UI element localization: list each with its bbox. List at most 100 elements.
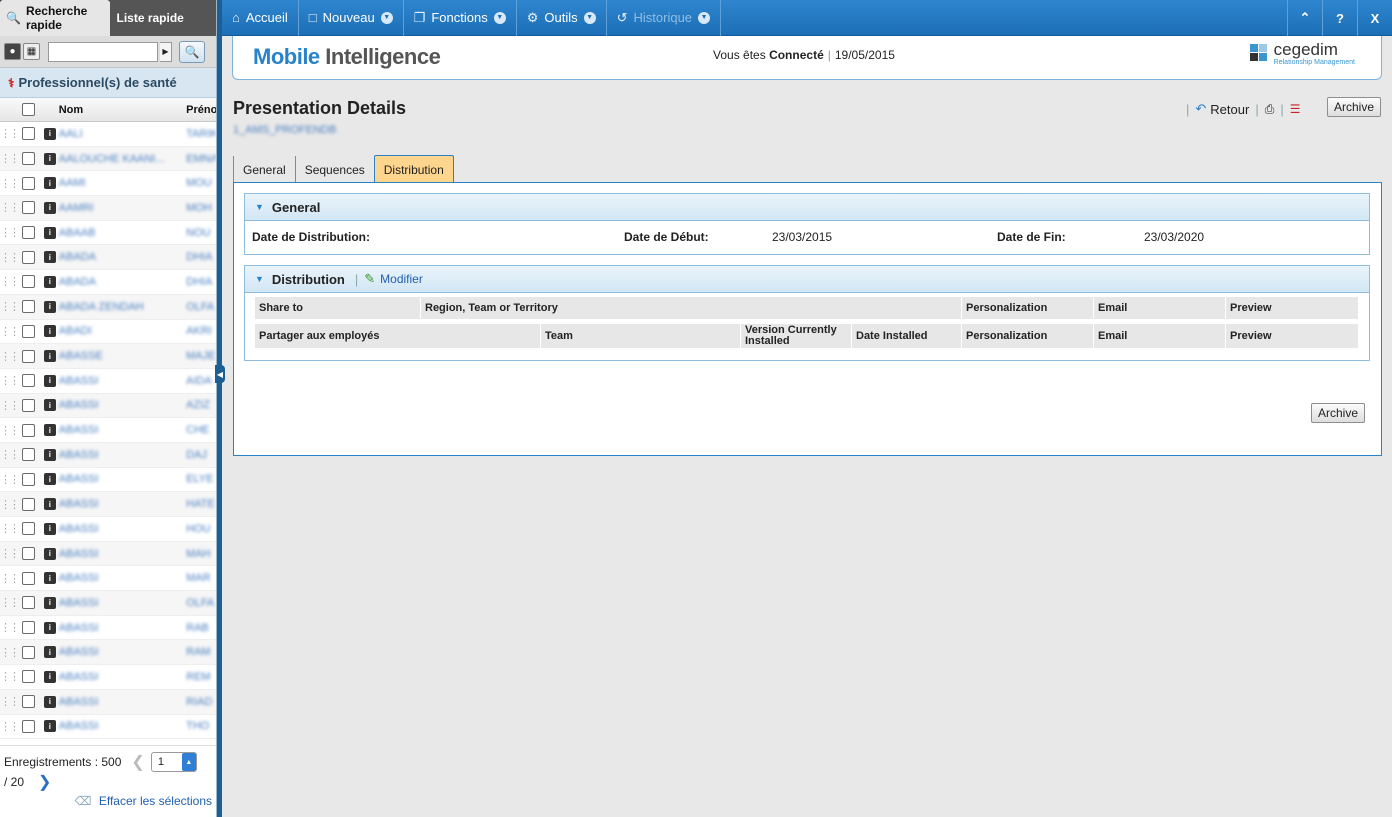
row-checkbox[interactable] <box>22 596 36 610</box>
drag-handle-icon[interactable]: ⋮⋮ <box>0 646 20 659</box>
row-checkbox[interactable] <box>22 324 36 338</box>
row-checkbox[interactable] <box>22 497 36 511</box>
row-checkbox[interactable] <box>22 226 36 240</box>
table-row[interactable]: ⋮⋮ i AAMI MOU <box>0 171 216 197</box>
table-row[interactable]: ⋮⋮ i AALI TARIK <box>0 122 216 147</box>
person-filter-icon[interactable]: ● <box>4 43 21 60</box>
info-icon[interactable]: i <box>43 177 56 190</box>
row-nom[interactable]: ABASSI <box>59 548 186 560</box>
info-icon[interactable]: i <box>43 670 56 683</box>
row-checkbox[interactable] <box>22 719 36 733</box>
info-icon[interactable]: i <box>43 424 56 437</box>
table-row[interactable]: ⋮⋮ i ABASSI RAB <box>0 616 216 641</box>
drag-handle-icon[interactable]: ⋮⋮ <box>0 473 20 486</box>
drag-handle-icon[interactable]: ⋮⋮ <box>0 300 20 313</box>
collapse-triangle-icon[interactable]: ▼ <box>255 202 264 212</box>
row-nom[interactable]: ABASSI <box>59 473 186 485</box>
table-row[interactable]: ⋮⋮ i AAMRI MOH <box>0 196 216 221</box>
info-icon[interactable]: i <box>43 127 56 140</box>
row-nom[interactable]: ABADA <box>59 276 186 288</box>
panel-splitter[interactable]: ◀ <box>215 0 225 817</box>
tab-liste-rapide[interactable]: Liste rapide <box>110 0 216 36</box>
drag-handle-icon[interactable]: ⋮⋮ <box>0 177 20 190</box>
drag-handle-icon[interactable]: ⋮⋮ <box>0 572 20 585</box>
info-icon[interactable]: i <box>43 473 56 486</box>
table-row[interactable]: ⋮⋮ i ABAAB NOU <box>0 221 216 246</box>
drag-handle-icon[interactable]: ⋮⋮ <box>0 226 20 239</box>
pencil-icon[interactable]: ✎ <box>364 271 375 287</box>
print-icon[interactable]: ⎙ <box>1265 102 1275 117</box>
general-section-header[interactable]: ▼ General <box>245 194 1369 221</box>
clear-selections-link[interactable]: ⌫ Effacer les sélections <box>75 794 212 808</box>
table-row[interactable]: ⋮⋮ i ABASSI OLFA <box>0 591 216 616</box>
column-prenom[interactable]: Prénom <box>186 104 216 116</box>
next-page-icon[interactable]: ❯ <box>38 772 51 792</box>
table-row[interactable]: ⋮⋮ i ABADA DHIA <box>0 245 216 271</box>
info-icon[interactable]: i <box>43 251 56 264</box>
tab-distribution[interactable]: Distribution <box>373 155 454 184</box>
row-nom[interactable]: ABASSI <box>59 622 186 634</box>
row-checkbox[interactable] <box>22 423 36 437</box>
row-checkbox[interactable] <box>22 472 36 486</box>
info-icon[interactable]: i <box>43 695 56 708</box>
table-row[interactable]: ⋮⋮ i AALOUCHE KAANI... EMNA <box>0 146 216 172</box>
nav-outils[interactable]: ⚙ Outils ▼ <box>517 0 607 36</box>
row-nom[interactable]: ABAAB <box>59 227 186 239</box>
nav-accueil[interactable]: ⌂ Accueil <box>222 0 299 36</box>
drag-handle-icon[interactable]: ⋮⋮ <box>0 448 20 461</box>
row-checkbox[interactable] <box>22 522 36 536</box>
column-nom[interactable]: Nom <box>59 104 186 116</box>
table-row[interactable]: ⋮⋮ i ABASSI ELYE <box>0 468 216 493</box>
drag-handle-icon[interactable]: ⋮⋮ <box>0 201 20 214</box>
archive-button-bottom[interactable]: Archive <box>1311 403 1366 423</box>
nav-nouveau[interactable]: □ Nouveau ▼ <box>299 0 404 36</box>
info-icon[interactable]: i <box>43 448 56 461</box>
drag-handle-icon[interactable]: ⋮⋮ <box>0 547 20 560</box>
table-row[interactable]: ⋮⋮ i ABASSI THO <box>0 715 216 740</box>
table-row[interactable]: ⋮⋮ i ABADI AKRI <box>0 320 216 345</box>
row-nom[interactable]: ABADA ZENDAH <box>59 301 186 313</box>
row-nom[interactable]: ABASSI <box>59 498 186 510</box>
table-row[interactable]: ⋮⋮ i ABASSI DAJ <box>0 442 216 468</box>
row-nom[interactable]: ABASSI <box>59 720 186 732</box>
row-nom[interactable]: ABASSI <box>59 671 186 683</box>
info-icon[interactable]: i <box>43 498 56 511</box>
row-checkbox[interactable] <box>22 127 36 141</box>
table-row[interactable]: ⋮⋮ i ABASSI MAR <box>0 566 216 592</box>
drag-handle-icon[interactable]: ⋮⋮ <box>0 350 20 363</box>
page-select[interactable]: 1 ▲ <box>150 752 197 772</box>
modifier-link[interactable]: Modifier <box>380 272 423 286</box>
row-checkbox[interactable] <box>22 547 36 561</box>
info-icon[interactable]: i <box>43 350 56 363</box>
row-checkbox[interactable] <box>22 621 36 635</box>
info-icon[interactable]: i <box>43 300 56 313</box>
drag-handle-icon[interactable]: ⋮⋮ <box>0 670 20 683</box>
info-icon[interactable]: i <box>43 226 56 239</box>
archive-button-top[interactable]: Archive <box>1327 97 1382 117</box>
info-icon[interactable]: i <box>43 596 56 609</box>
drag-handle-icon[interactable]: ⋮⋮ <box>0 152 20 165</box>
row-nom[interactable]: ABASSI <box>59 597 186 609</box>
drag-handle-icon[interactable]: ⋮⋮ <box>0 498 20 511</box>
row-checkbox[interactable] <box>22 176 36 190</box>
pdf-icon[interactable]: ☰ <box>1290 102 1301 116</box>
search-button[interactable]: 🔍 <box>179 40 205 63</box>
tab-recherche-rapide[interactable]: 🔍 Recherche rapide <box>0 0 111 36</box>
info-icon[interactable]: i <box>43 621 56 634</box>
row-checkbox[interactable] <box>22 275 36 289</box>
drag-handle-icon[interactable]: ⋮⋮ <box>0 275 20 288</box>
collapse-arrow-icon[interactable]: ◀ <box>215 365 225 383</box>
row-nom[interactable]: ABASSI <box>59 696 186 708</box>
retour-link[interactable]: Retour <box>1210 102 1249 117</box>
nav-historique[interactable]: ↺ Historique ▼ <box>607 0 722 36</box>
row-nom[interactable]: ABASSE <box>59 350 186 362</box>
tab-sequences[interactable]: Sequences <box>294 156 374 183</box>
row-nom[interactable]: ABASSI <box>59 449 186 461</box>
row-nom[interactable]: AAMI <box>59 177 186 189</box>
row-nom[interactable]: ABADI <box>59 325 186 337</box>
drag-handle-icon[interactable]: ⋮⋮ <box>0 251 20 264</box>
info-icon[interactable]: i <box>43 374 56 387</box>
row-nom[interactable]: ABASSI <box>59 399 186 411</box>
drag-handle-icon[interactable]: ⋮⋮ <box>0 621 20 634</box>
drag-handle-icon[interactable]: ⋮⋮ <box>0 399 20 412</box>
